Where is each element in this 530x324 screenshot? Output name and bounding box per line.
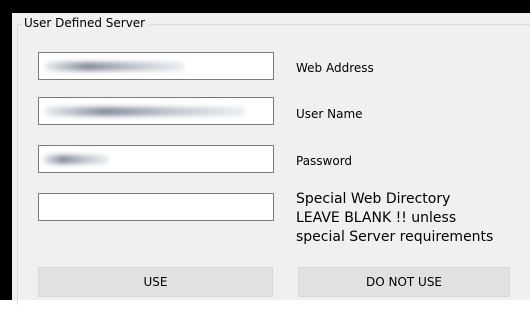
- password-input[interactable]: [38, 145, 274, 173]
- redacted-text-blur: [45, 62, 185, 71]
- leave-blank-warning-line: LEAVE BLANK !! unless: [296, 210, 457, 226]
- special-web-directory-label-line: Special Web Directory: [296, 191, 451, 207]
- redacted-text-blur: [45, 107, 245, 116]
- groupbox-title: User Defined Server: [22, 14, 150, 32]
- special-web-directory-input[interactable]: [38, 193, 274, 221]
- password-label: Password: [296, 154, 353, 168]
- user-name-label: User Name: [296, 107, 363, 121]
- do-not-use-button[interactable]: DO NOT USE: [298, 267, 510, 297]
- special-requirements-line: special Server requirements: [296, 229, 494, 245]
- redacted-text-blur: [43, 155, 109, 164]
- user-name-input[interactable]: [38, 97, 274, 125]
- web-address-label: Web Address: [296, 61, 374, 75]
- use-button[interactable]: USE: [38, 267, 273, 297]
- web-address-input[interactable]: [38, 52, 274, 80]
- special-web-directory-label: Special Web Directory LEAVE BLANK !! unl…: [296, 190, 526, 247]
